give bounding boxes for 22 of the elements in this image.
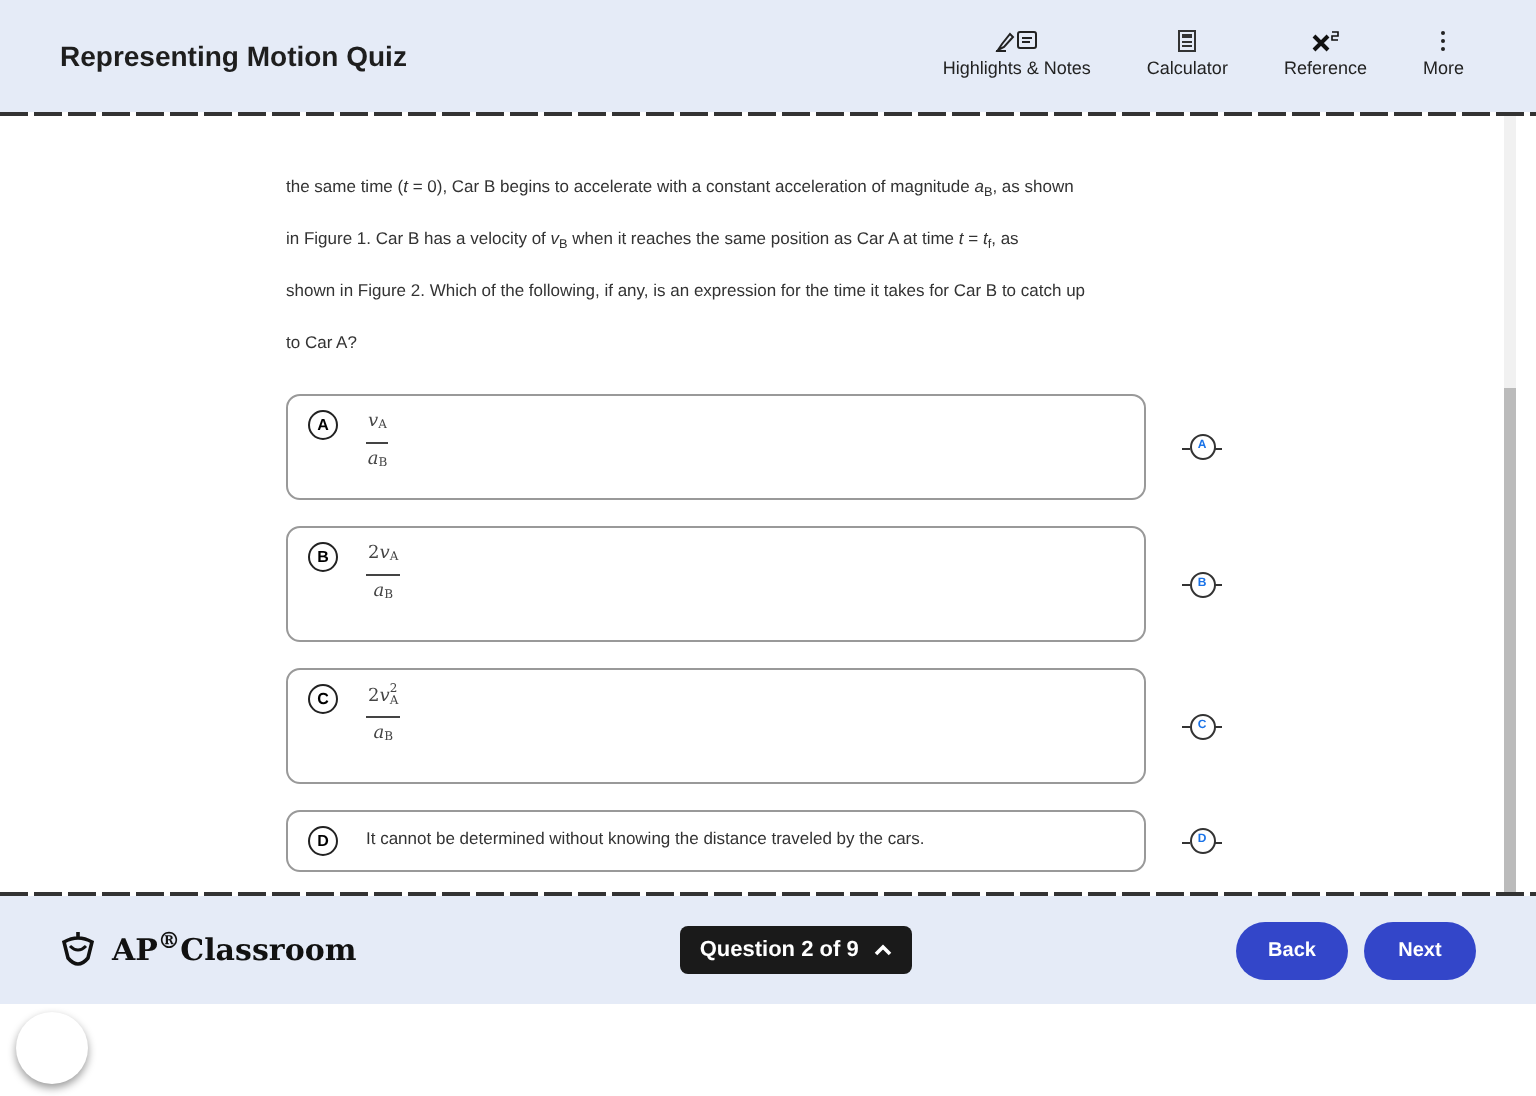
calculator-icon — [1178, 29, 1197, 52]
next-button[interactable]: Next — [1363, 921, 1476, 979]
question-text: to Car A? — [286, 330, 359, 356]
answer-option[interactable]: D It cannot be determined without knowing the distance traveled by the cars. — [286, 810, 1146, 872]
caret-up-icon — [874, 944, 893, 956]
toolbar-button[interactable]: Calculator — [1134, 29, 1240, 83]
question-text: in Figure 1. Car B has a velocity of v$_{B}$ when it reaches the same position as Car A at time t = t$_{f}$, as — [286, 226, 1021, 256]
floating-circle-button[interactable] — [16, 1012, 88, 1084]
scrollbar[interactable] — [1504, 116, 1516, 892]
toolbar-button[interactable]: Highlights & Notes — [930, 29, 1103, 83]
superscript-x-icon — [1311, 29, 1340, 52]
acorn-logo-icon — [60, 930, 96, 970]
logo-text: AP$^{®}$Classroom — [112, 927, 357, 972]
quiz-title: Representing Motion Quiz — [60, 37, 407, 76]
toolbar-button[interactable]: More — [1410, 29, 1476, 83]
back-button[interactable]: Back — [1235, 921, 1348, 979]
highlighter-notes-icon — [994, 29, 1039, 52]
more-icon — [1440, 29, 1447, 52]
toolbar-button[interactable]: Reference — [1271, 29, 1379, 83]
question-text: shown in Figure 2. Which of the following, if any, is an expression for the time it takes for Car B to catch up — [286, 278, 1088, 304]
question-navigator[interactable]: Question 2 of 9 — [679, 925, 913, 975]
question-text: the same time (t = 0), Car B begins to accelerate with a constant acceleration of magnitude a$_{B}$, as shown — [286, 174, 1076, 204]
